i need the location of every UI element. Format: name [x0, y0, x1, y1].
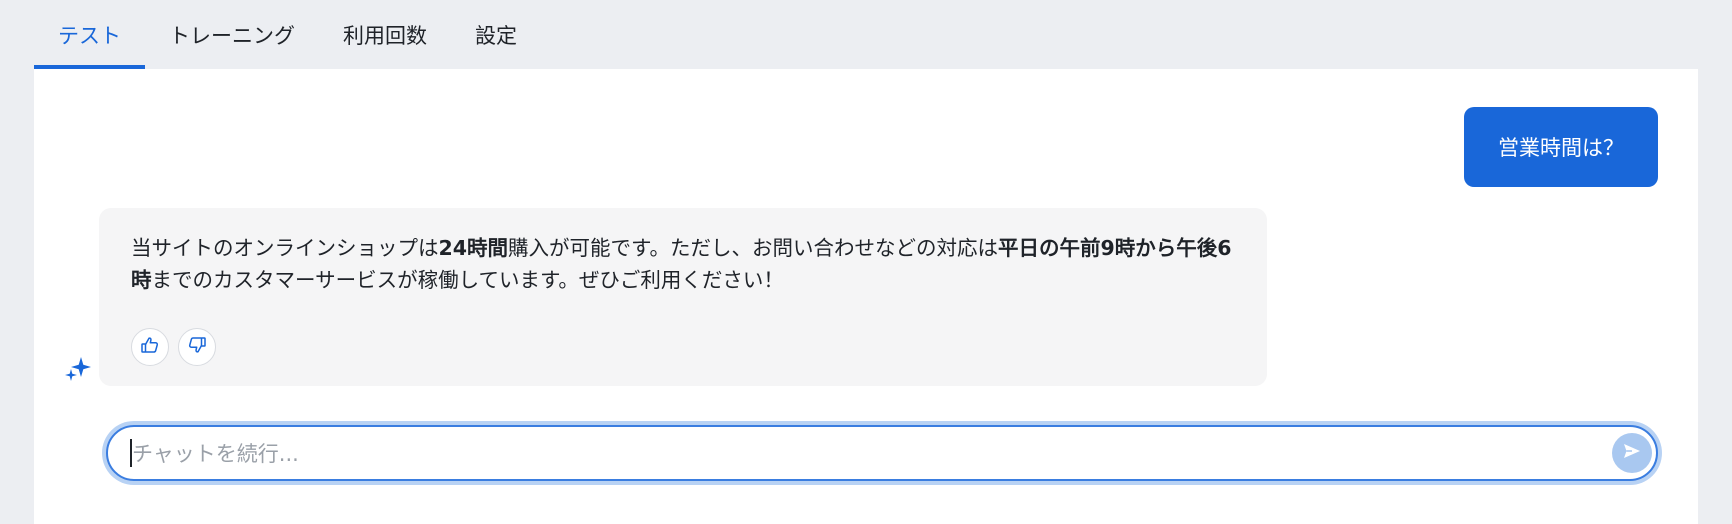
dislike-button[interactable]: [178, 328, 216, 366]
chat-input-container: [106, 425, 1658, 481]
tab-training[interactable]: トレーニング: [145, 0, 319, 69]
chat-panel: 営業時間は？ 当サイトのオンラインショップは24時間購入が可能です。ただし、お問…: [34, 69, 1698, 524]
like-button[interactable]: [131, 328, 169, 366]
ai-text-part: までのカスタマーサービスが稼働しています。ぜひご利用ください！: [151, 268, 784, 292]
feedback-buttons: [131, 328, 216, 366]
ai-text-bold: 24時間: [438, 236, 509, 260]
tab-usage[interactable]: 利用回数: [319, 0, 451, 69]
sparkle-icon: [64, 354, 92, 382]
send-icon: [1621, 440, 1643, 466]
ai-text-part: 購入が可能です。ただし、お問い合わせなどの対応は: [508, 236, 998, 260]
thumbs-down-icon: [187, 335, 207, 359]
thumbs-up-icon: [140, 335, 160, 359]
user-message-text: 営業時間は？: [1498, 136, 1624, 160]
ai-text-part: 当サイトのオンラインショップは: [131, 236, 439, 260]
user-message-bubble: 営業時間は？: [1464, 107, 1658, 187]
ai-message-bubble: 当サイトのオンラインショップは24時間購入が可能です。ただし、お問い合わせなどの…: [99, 208, 1267, 386]
tab-settings[interactable]: 設定: [451, 0, 541, 69]
tab-bar: テスト トレーニング 利用回数 設定: [34, 0, 541, 69]
ai-message-text: 当サイトのオンラインショップは24時間購入が可能です。ただし、お問い合わせなどの…: [131, 232, 1241, 296]
send-button[interactable]: [1612, 433, 1652, 473]
chat-input[interactable]: [130, 427, 1574, 481]
text-caret: [130, 439, 132, 467]
tab-test[interactable]: テスト: [34, 0, 145, 69]
